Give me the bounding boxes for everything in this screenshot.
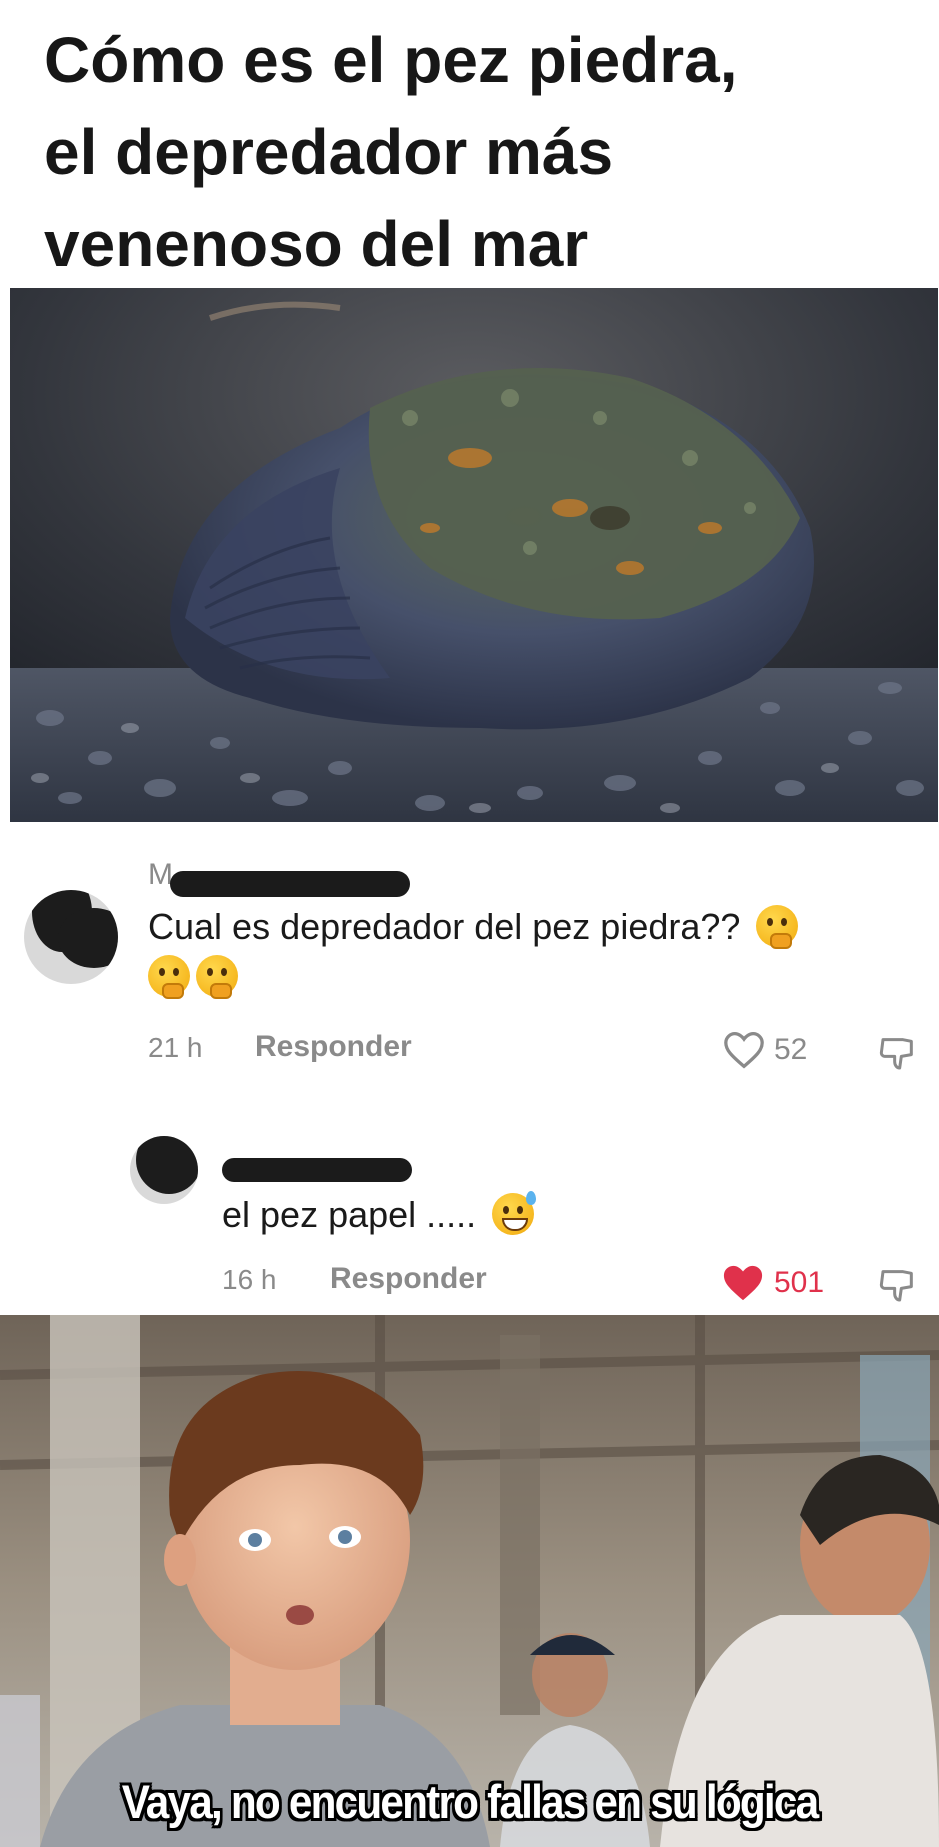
dislike-button[interactable] [878, 1265, 918, 1310]
comment-text: el pez papel ..... [222, 1190, 822, 1240]
comment-time: 21 h [148, 1032, 203, 1063]
meme-image: Vaya, no encuentro fallas en su lógica [0, 1315, 939, 1847]
reply-button[interactable]: Responder [255, 1030, 412, 1064]
redacted-username [170, 871, 410, 897]
comment-2: el pez papel ..... 16 h Responder 501 [0, 1120, 939, 1310]
comment-text: Cual es depredador del pez piedra?? [148, 902, 908, 1002]
comment-time: 16 h [222, 1264, 277, 1295]
headline-line-2: el depredador más [44, 116, 614, 188]
commenter-avatar[interactable] [24, 890, 118, 984]
thumbs-down-icon [879, 1038, 913, 1070]
stonefish-photo [10, 288, 938, 822]
like-count: 52 [774, 1033, 808, 1066]
redacted-username [222, 1158, 412, 1182]
thinking-face-emoji [196, 955, 238, 999]
thinking-face-emoji [148, 955, 190, 999]
comment-1: M Cual es depredador del pez piedra?? 21… [0, 840, 939, 1080]
heart-filled-icon [723, 1265, 763, 1301]
thinking-face-emoji [756, 905, 799, 949]
meme-caption: Vaya, no encuentro fallas en su lógica [121, 1775, 819, 1828]
dislike-button[interactable] [878, 1033, 918, 1078]
like-button[interactable]: 501 [720, 1262, 824, 1304]
commenter-username[interactable]: M [148, 858, 173, 892]
grinning-face-with-sweat-emoji [492, 1191, 537, 1235]
thumbs-down-icon [879, 1270, 913, 1302]
commenter-avatar[interactable] [130, 1136, 198, 1204]
headline-line-3: venenoso del mar [44, 208, 589, 280]
like-count: 501 [774, 1266, 825, 1299]
heart-icon [724, 1031, 764, 1069]
article-headline: Cómo es el pez piedra, el depredador más… [44, 14, 924, 290]
headline-line-1: Cómo es el pez piedra, [44, 24, 738, 96]
like-button[interactable]: 52 [722, 1030, 807, 1070]
reply-button[interactable]: Responder [330, 1262, 487, 1296]
